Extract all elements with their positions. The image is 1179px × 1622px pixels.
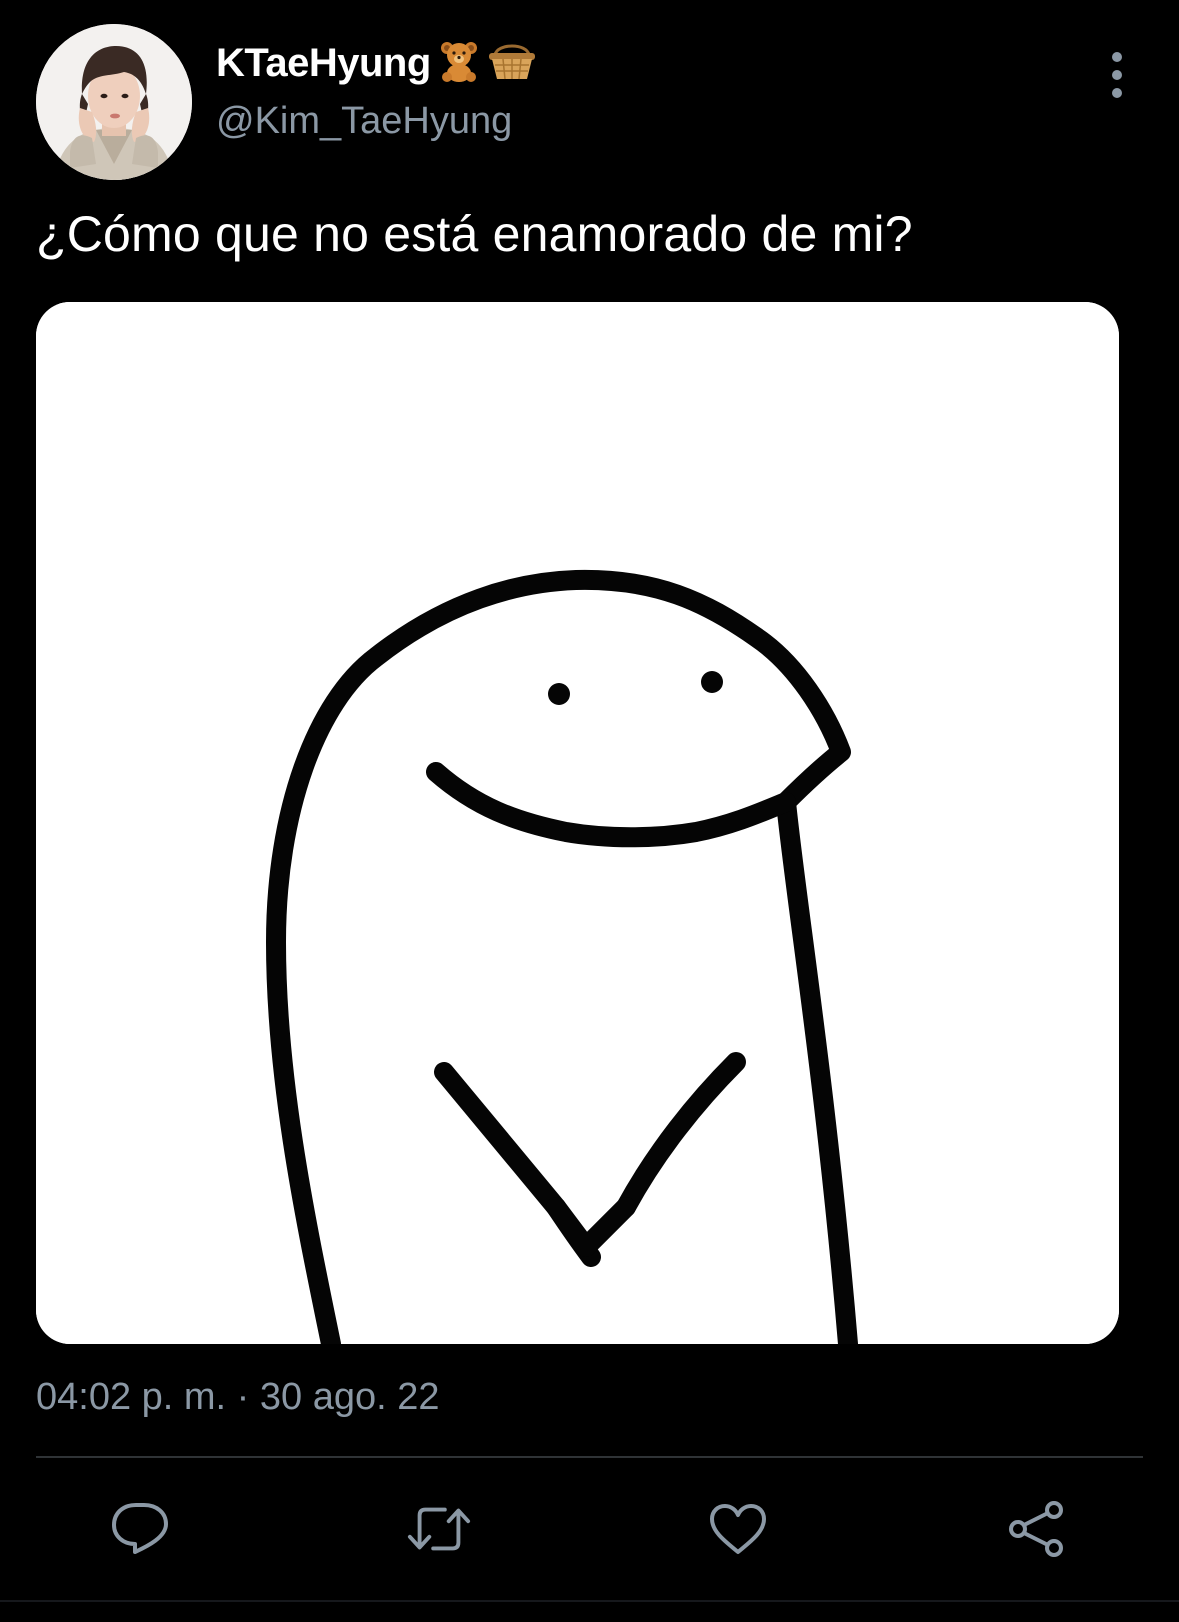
retweet-icon — [407, 1507, 471, 1551]
share-icon — [1009, 1501, 1063, 1557]
more-dot-icon — [1112, 70, 1122, 80]
display-name-row: KTaeHyung — [216, 34, 537, 92]
reply-button[interactable] — [107, 1496, 173, 1562]
tweet-text: ¿Cómo que no está enamorado de mi? — [36, 206, 913, 262]
more-dot-icon — [1112, 52, 1122, 62]
heart-icon — [710, 1504, 766, 1554]
more-dot-icon — [1112, 88, 1122, 98]
avatar[interactable] — [36, 24, 192, 180]
display-name[interactable]: KTaeHyung — [216, 41, 431, 86]
reply-icon — [112, 1503, 168, 1554]
user-handle[interactable]: @Kim_TaeHyung — [216, 100, 537, 143]
retweet-button[interactable] — [406, 1496, 472, 1562]
avatar-photo — [36, 24, 192, 180]
tweet-timestamp[interactable]: 04:02 p. m. · 30 ago. 22 — [36, 1376, 440, 1419]
more-options-button[interactable] — [1100, 52, 1134, 98]
tweet-detail: KTaeHyung @Kim_TaeHyung ¿Cómo que no est… — [0, 0, 1179, 1622]
flork-meme-image — [36, 302, 1119, 1344]
tweet-media-image[interactable] — [36, 302, 1119, 1344]
basket-icon — [487, 39, 537, 88]
divider — [0, 1600, 1179, 1602]
tweet-author: KTaeHyung @Kim_TaeHyung — [216, 34, 537, 143]
teddy-bear-icon — [437, 39, 481, 88]
share-button[interactable] — [1004, 1496, 1070, 1562]
like-button[interactable] — [705, 1496, 771, 1562]
divider — [36, 1456, 1143, 1458]
